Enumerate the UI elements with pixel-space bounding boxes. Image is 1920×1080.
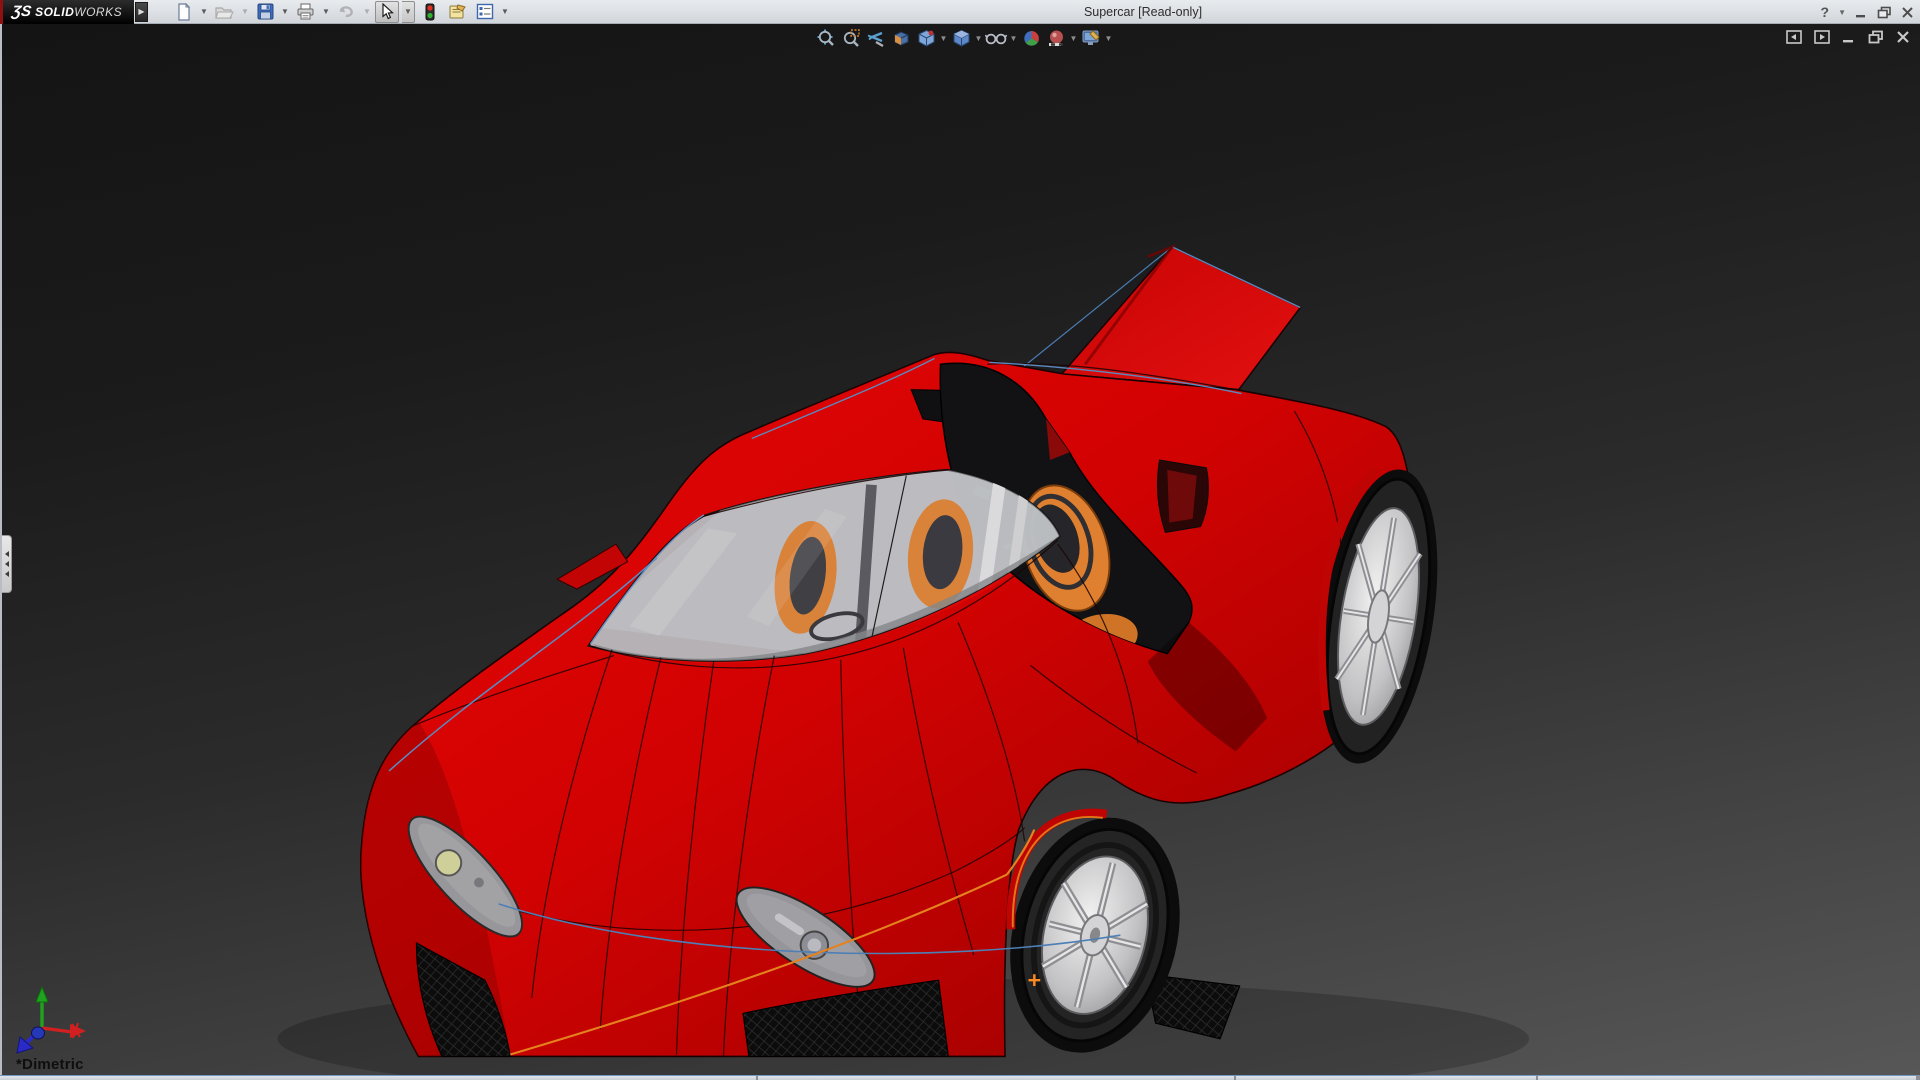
restore-button[interactable] [1877, 6, 1892, 19]
main-toolbar: ▼ ▼ ▼ ▼ [172, 1, 510, 23]
pane-left-icon[interactable] [1786, 30, 1802, 44]
save-dropdown-caret[interactable]: ▼ [280, 7, 290, 16]
solidworks-logo: ƷS SOLIDWORKS [0, 0, 134, 24]
hide-show-items-button[interactable] [984, 27, 1008, 49]
view-orientation-button[interactable] [914, 27, 938, 49]
app-titlebar: ƷS SOLIDWORKS ▶ ▼ ▼ ▼ [0, 0, 1920, 24]
new-document-button[interactable] [172, 1, 196, 23]
view-orientation-caret[interactable]: ▼ [939, 34, 948, 43]
help-dropdown-caret[interactable]: ▼ [1838, 8, 1846, 17]
doc-close-button[interactable] [1896, 30, 1910, 44]
apply-scene-button[interactable] [1044, 27, 1068, 49]
display-style-icon [952, 29, 971, 48]
options-dropdown-caret[interactable]: ▼ [500, 7, 510, 16]
display-style-caret[interactable]: ▼ [974, 34, 983, 43]
select-dropdown-caret[interactable]: ▼ [402, 1, 415, 23]
previous-view-icon [866, 29, 886, 48]
bottom-bar-segment[interactable] [1236, 1075, 1536, 1080]
graphics-viewport[interactable]: ▼ ▼ ▼ [0, 24, 1920, 1075]
apply-scene-caret[interactable]: ▼ [1069, 34, 1078, 43]
zoom-to-fit-icon [817, 29, 836, 48]
help-button[interactable]: ? [1821, 5, 1830, 19]
hide-show-items-icon [985, 29, 1007, 47]
view-settings-button[interactable] [1079, 27, 1103, 49]
feature-tree-collapsed-tab[interactable] [2, 535, 12, 593]
collapse-arrow-icon [5, 571, 9, 577]
rebuild-traffic-light-icon [425, 3, 435, 21]
bottom-bar-segment[interactable] [758, 1075, 1234, 1080]
window-title: Supercar [Read-only] [1084, 5, 1202, 19]
zoom-to-fit-button[interactable] [814, 27, 838, 49]
logo-ds-glyph: ƷS [11, 3, 33, 20]
logo-text-bold: SOLID [35, 5, 74, 19]
collapse-arrow-icon [5, 561, 9, 567]
print-button[interactable] [293, 1, 318, 23]
undo-dropdown-caret[interactable]: ▼ [362, 7, 372, 16]
bottom-bar-sliver[interactable] [0, 1075, 1920, 1080]
edit-appearance-button[interactable] [1019, 27, 1043, 49]
view-orientation-label: *Dimetric [16, 1056, 84, 1073]
minimize-button[interactable] [1855, 6, 1868, 19]
zoom-to-area-icon [842, 29, 861, 48]
options-button[interactable] [473, 1, 497, 23]
open-dropdown-caret[interactable]: ▼ [240, 7, 250, 16]
view-settings-caret[interactable]: ▼ [1104, 34, 1113, 43]
logo-text-light: WORKS [74, 5, 122, 19]
logo-red-sliver [0, 0, 3, 24]
pane-right-icon[interactable] [1814, 30, 1830, 44]
app-window-controls: ? ▼ [1821, 0, 1914, 24]
print-icon [296, 3, 315, 20]
undo-icon [337, 3, 356, 20]
view-orientation-icon [917, 29, 936, 48]
bottom-bar-segment[interactable] [1538, 1075, 1916, 1080]
section-view-button[interactable] [889, 27, 913, 49]
save-icon [257, 3, 274, 20]
supercar-3d-model[interactable] [2, 24, 1920, 1075]
open-icon [215, 4, 234, 20]
select-tool-button[interactable] [375, 1, 399, 23]
print-dropdown-caret[interactable]: ▼ [321, 7, 331, 16]
document-window-controls [1786, 30, 1910, 44]
doc-minimize-button[interactable] [1842, 30, 1856, 44]
previous-view-button[interactable] [864, 27, 888, 49]
rebuild-button[interactable] [418, 1, 442, 23]
save-button[interactable] [253, 1, 277, 23]
view-settings-icon [1081, 29, 1101, 47]
edit-appearance-icon [1022, 29, 1041, 48]
heads-up-view-toolbar: ▼ ▼ ▼ [814, 27, 1113, 49]
apply-scene-icon [1047, 29, 1066, 48]
bottom-bar-segment[interactable] [0, 1075, 756, 1080]
undo-button[interactable] [334, 1, 359, 23]
file-properties-icon [448, 3, 467, 20]
select-cursor-icon [380, 3, 395, 20]
side-intake [1158, 460, 1209, 532]
options-icon [476, 3, 494, 20]
section-view-icon [892, 29, 911, 48]
new-document-icon [175, 3, 193, 21]
open-button[interactable] [212, 1, 237, 23]
file-properties-button[interactable] [445, 1, 470, 23]
toolbar-flyout-button[interactable]: ▶ [135, 2, 148, 22]
collapse-arrow-icon [5, 551, 9, 557]
doc-restore-button[interactable] [1868, 30, 1884, 44]
close-button[interactable] [1901, 6, 1914, 19]
hide-show-items-caret[interactable]: ▼ [1009, 34, 1018, 43]
new-dropdown-caret[interactable]: ▼ [199, 7, 209, 16]
display-style-button[interactable] [949, 27, 973, 49]
zoom-to-area-button[interactable] [839, 27, 863, 49]
